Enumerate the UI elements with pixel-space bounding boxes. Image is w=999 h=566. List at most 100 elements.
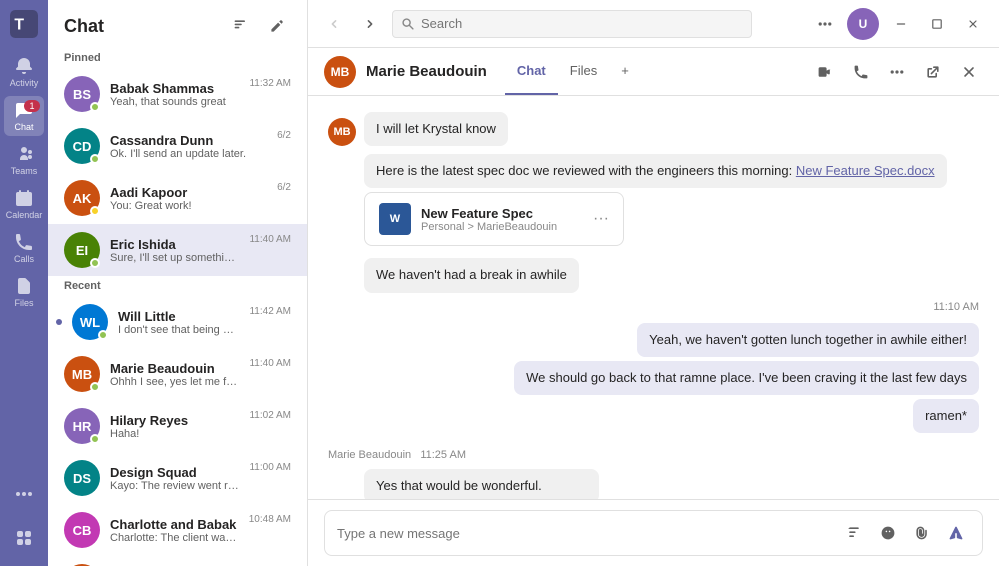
filter-button[interactable] bbox=[227, 12, 255, 40]
avatar: HR bbox=[64, 408, 100, 444]
new-chat-button[interactable] bbox=[263, 12, 291, 40]
unread-indicator bbox=[56, 319, 62, 325]
sidebar-item-calls[interactable]: Calls bbox=[4, 228, 44, 268]
format-button[interactable] bbox=[840, 519, 868, 547]
conv-avatar: MB bbox=[324, 56, 356, 88]
conv-header: MB Marie Beaudouin Chat Files + bbox=[308, 48, 999, 96]
chat-item-preview: Ok. I'll send an update later. bbox=[110, 148, 267, 160]
chat-item-will[interactable]: WL Will Little I don't see that being an… bbox=[48, 296, 307, 348]
search-input[interactable] bbox=[421, 16, 743, 31]
message-row: MB Yes that would be wonderful. I'll mak… bbox=[328, 469, 599, 499]
chat-item-eric[interactable]: EI Eric Ishida Sure, I'll set up somethi… bbox=[48, 224, 307, 276]
tab-chat[interactable]: Chat bbox=[505, 48, 558, 95]
message-group-file: Here is the latest spec doc we reviewed … bbox=[328, 154, 979, 250]
tab-files[interactable]: Files bbox=[558, 48, 609, 95]
chat-item-preview: I don't see that being an issue. Can you… bbox=[118, 324, 239, 336]
chat-item-time: 11:40 AM bbox=[249, 358, 291, 369]
sidebar-item-files[interactable]: Files bbox=[4, 272, 44, 312]
search-box[interactable] bbox=[392, 10, 752, 38]
svg-text:T: T bbox=[14, 16, 24, 33]
message-row: MB I will let Krystal know bbox=[328, 112, 508, 146]
chat-item-name: Design Squad bbox=[110, 465, 239, 480]
chat-item-time: 10:48 AM bbox=[249, 514, 291, 525]
bubble-text: We haven't had a break in awhile bbox=[364, 258, 579, 292]
file-link[interactable]: New Feature Spec.docx bbox=[796, 163, 935, 178]
more-options-button[interactable] bbox=[811, 10, 839, 38]
top-bar-right: U bbox=[811, 8, 987, 40]
close-button[interactable] bbox=[959, 10, 987, 38]
bubble-text: Yeah, we haven't gotten lunch together i… bbox=[637, 323, 979, 357]
chat-badge: 1 bbox=[24, 100, 40, 112]
pop-out-button[interactable] bbox=[919, 58, 947, 86]
sidebar-item-chat[interactable]: Chat 1 bbox=[4, 96, 44, 136]
chat-item-name: Eric Ishida bbox=[110, 237, 239, 252]
user-avatar[interactable]: U bbox=[847, 8, 879, 40]
sender-label: Marie Beaudouin 11:25 AM bbox=[328, 449, 979, 461]
chat-item-time: 11:02 AM bbox=[249, 410, 291, 421]
sidebar-item-calendar[interactable]: Calendar bbox=[4, 184, 44, 224]
bubble-text: We should go back to that ramne place. I… bbox=[514, 361, 979, 395]
chat-item-time: 11:00 AM bbox=[249, 462, 291, 473]
avatar: WL bbox=[72, 304, 108, 340]
minimize-button[interactable] bbox=[887, 10, 915, 38]
audio-call-button[interactable] bbox=[847, 58, 875, 86]
file-more-button[interactable]: ··· bbox=[593, 210, 609, 228]
chat-item-time: 11:42 AM bbox=[249, 306, 291, 317]
chat-item-name: Hilary Reyes bbox=[110, 413, 239, 428]
top-bar: U bbox=[308, 0, 999, 48]
chat-item-name: Babak Shammas bbox=[110, 81, 239, 96]
avatar: CD bbox=[64, 128, 100, 164]
back-button[interactable] bbox=[320, 10, 348, 38]
sidebar-item-more[interactable] bbox=[4, 474, 44, 514]
video-call-button[interactable] bbox=[811, 58, 839, 86]
chat-item-babak[interactable]: BS Babak Shammas Yeah, that sounds great… bbox=[48, 68, 307, 120]
chat-item-name: Will Little bbox=[118, 309, 239, 324]
chat-item-charlotte-babak[interactable]: CB Charlotte and Babak Charlotte: The cl… bbox=[48, 504, 307, 556]
tab-add[interactable]: + bbox=[609, 48, 641, 95]
pinned-section-label: Pinned bbox=[48, 48, 307, 68]
sidebar-item-activity[interactable]: Activity bbox=[4, 52, 44, 92]
chat-item-marie[interactable]: MB Marie Beaudouin Ohhh I see, yes let m… bbox=[48, 348, 307, 400]
chat-item-design-squad[interactable]: DS Design Squad Kayo: The review went re… bbox=[48, 452, 307, 504]
more-button[interactable] bbox=[883, 58, 911, 86]
message-group-break: We haven't had a break in awhile bbox=[328, 258, 979, 292]
bubble-text: ramen* bbox=[913, 399, 979, 433]
chat-item-preview: Haha! bbox=[110, 428, 239, 440]
main-area: U MB Marie Beaudouin Chat Files + bbox=[308, 0, 999, 566]
chat-items: Pinned BS Babak Shammas Yeah, that sound… bbox=[48, 48, 307, 566]
file-name: New Feature Spec bbox=[421, 206, 557, 221]
send-button[interactable] bbox=[942, 519, 970, 547]
file-card[interactable]: W New Feature Spec Personal > MarieBeaud… bbox=[364, 192, 624, 246]
avatar: CB bbox=[64, 512, 100, 548]
sidebar-item-apps[interactable] bbox=[4, 518, 44, 558]
chat-item-cassandra[interactable]: CD Cassandra Dunn Ok. I'll send an updat… bbox=[48, 120, 307, 172]
chat-item-aadi[interactable]: AK Aadi Kapoor You: Great work! 6/2 bbox=[48, 172, 307, 224]
sender-avatar: MB bbox=[328, 118, 356, 146]
avatar: AK bbox=[64, 180, 100, 216]
message-group: MB I will let Krystal know bbox=[328, 112, 979, 146]
message-input[interactable] bbox=[337, 526, 840, 541]
chat-item-preview: Charlotte: The client was pretty happy w… bbox=[110, 532, 239, 544]
message-bubble: I will let Krystal know bbox=[364, 112, 508, 146]
attach-button[interactable] bbox=[908, 519, 936, 547]
chat-item-reta[interactable]: RT Reta Taylor Ah, ok I understand now. … bbox=[48, 556, 307, 566]
chat-item-hilary[interactable]: HR Hilary Reyes Haha! 11:02 AM bbox=[48, 400, 307, 452]
forward-button[interactable] bbox=[356, 10, 384, 38]
input-actions bbox=[840, 519, 970, 547]
message-input-area bbox=[308, 499, 999, 566]
avatar: MB bbox=[64, 356, 100, 392]
status-indicator bbox=[90, 102, 100, 112]
maximize-button[interactable] bbox=[923, 10, 951, 38]
bubble-text: Yes that would be wonderful. bbox=[364, 469, 599, 499]
search-icon bbox=[401, 17, 415, 31]
status-indicator bbox=[90, 154, 100, 164]
message-group-marie: MB Yes that would be wonderful. I'll mak… bbox=[328, 469, 979, 499]
chat-item-time: 11:32 AM bbox=[249, 78, 291, 89]
chat-list-actions bbox=[227, 12, 291, 40]
emoji-button[interactable] bbox=[874, 519, 902, 547]
close-conv-button[interactable] bbox=[955, 58, 983, 86]
avatar: DS bbox=[64, 460, 100, 496]
chat-item-name: Marie Beaudouin bbox=[110, 361, 239, 376]
sidebar-item-teams[interactable]: Teams bbox=[4, 140, 44, 180]
conv-tabs: Chat Files + bbox=[505, 48, 641, 95]
